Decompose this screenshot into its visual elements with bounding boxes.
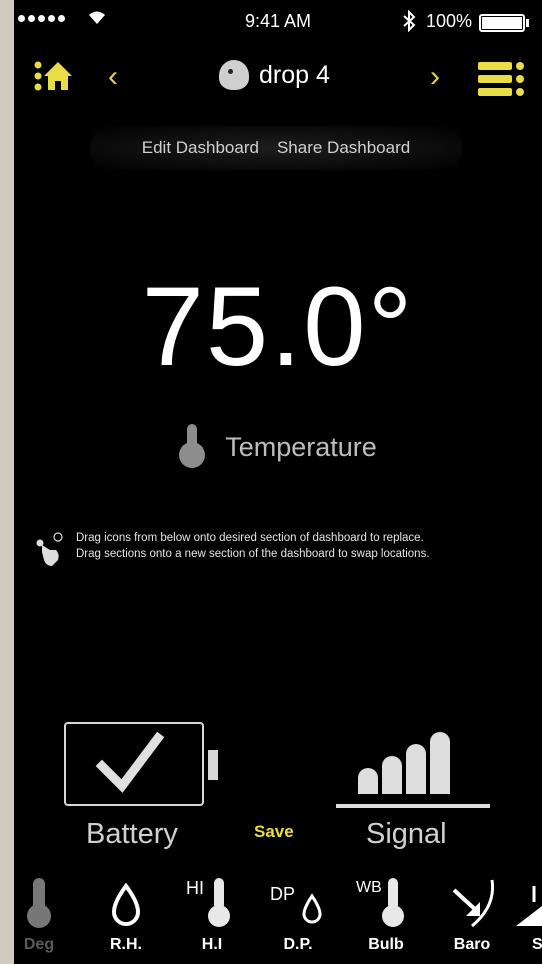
drop-device-icon: [219, 60, 249, 90]
battery-tile-label: Battery: [86, 818, 178, 850]
tray-item-hi[interactable]: HI H.I: [180, 872, 244, 964]
tray-label: Bulb: [368, 936, 404, 953]
tray-label: Deg: [23, 936, 55, 953]
tray-item-s[interactable]: S: [512, 872, 542, 964]
battery-tile[interactable]: [64, 722, 204, 806]
checkmark-icon: [95, 731, 165, 793]
hint-line-1: Drag icons from below onto desired secti…: [76, 532, 424, 544]
previous-device-button[interactable]: ‹: [108, 60, 118, 94]
battery-tip: [526, 19, 529, 27]
heat-index-icon: HI: [186, 878, 230, 927]
tray-label: H.I: [201, 936, 223, 953]
thermometer-icon: [179, 424, 206, 470]
app-screen: 9:41 AM 100% ‹ drop 4 › Edit Dashboard S…: [14, 0, 542, 964]
tray-item-dp[interactable]: DP D.P.: [266, 872, 330, 964]
hint-line-2: Drag sections onto a new section of the …: [76, 548, 430, 560]
device-name: drop 4: [259, 60, 330, 89]
status-bar: 9:41 AM 100%: [14, 0, 542, 42]
icon-tray: Deg R.H. HI H.I DP D.P. WB Bulb Baro S: [14, 872, 542, 964]
tray-item-rh[interactable]: R.H.: [94, 872, 158, 964]
tray-label: D.P.: [283, 936, 313, 953]
signal-tile-label: Signal: [366, 818, 447, 850]
tray-item-deg[interactable]: Deg: [14, 872, 71, 964]
bluetooth-icon: [402, 9, 416, 38]
thermometer-icon: [27, 878, 51, 928]
metric-name: Temperature: [225, 431, 377, 462]
next-device-button[interactable]: ›: [430, 60, 440, 94]
battery-tile-tip: [208, 750, 218, 780]
tray-label: S: [532, 936, 542, 953]
drag-hand-icon: [34, 530, 66, 568]
tray-item-baro[interactable]: Baro: [440, 872, 504, 964]
temperature-value[interactable]: 75.0°: [14, 262, 542, 391]
dashboard-actions: Edit Dashboard Share Dashboard: [90, 126, 462, 170]
humidity-drop-icon: [111, 882, 141, 926]
battery-icon: [479, 14, 525, 32]
device-selector[interactable]: drop 4: [219, 60, 330, 90]
signal-tile[interactable]: [336, 722, 490, 808]
battery-percent: 100%: [426, 11, 473, 31]
wind-icon: [516, 886, 542, 926]
home-icon: [34, 61, 72, 91]
barometer-icon: [452, 879, 495, 928]
tray-label: Baro: [453, 936, 491, 953]
wet-bulb-icon: WB: [356, 878, 404, 927]
edit-dashboard-link[interactable]: Edit Dashboard: [142, 138, 259, 158]
menu-button[interactable]: [478, 62, 524, 96]
drag-hint: Drag icons from below onto desired secti…: [34, 530, 534, 568]
dew-point-icon: DP: [270, 884, 322, 924]
home-button[interactable]: [34, 58, 74, 94]
metric-label[interactable]: Temperature: [14, 424, 542, 470]
svg-text:DP: DP: [270, 884, 295, 904]
svg-text:HI: HI: [186, 878, 204, 898]
tray-label: R.H.: [110, 936, 142, 953]
nav-bar: ‹ drop 4 ›: [14, 50, 542, 102]
svg-text:WB: WB: [356, 879, 382, 896]
share-dashboard-link[interactable]: Share Dashboard: [277, 138, 410, 158]
tray-item-bulb[interactable]: WB Bulb: [354, 872, 418, 964]
save-button[interactable]: Save: [254, 822, 294, 842]
